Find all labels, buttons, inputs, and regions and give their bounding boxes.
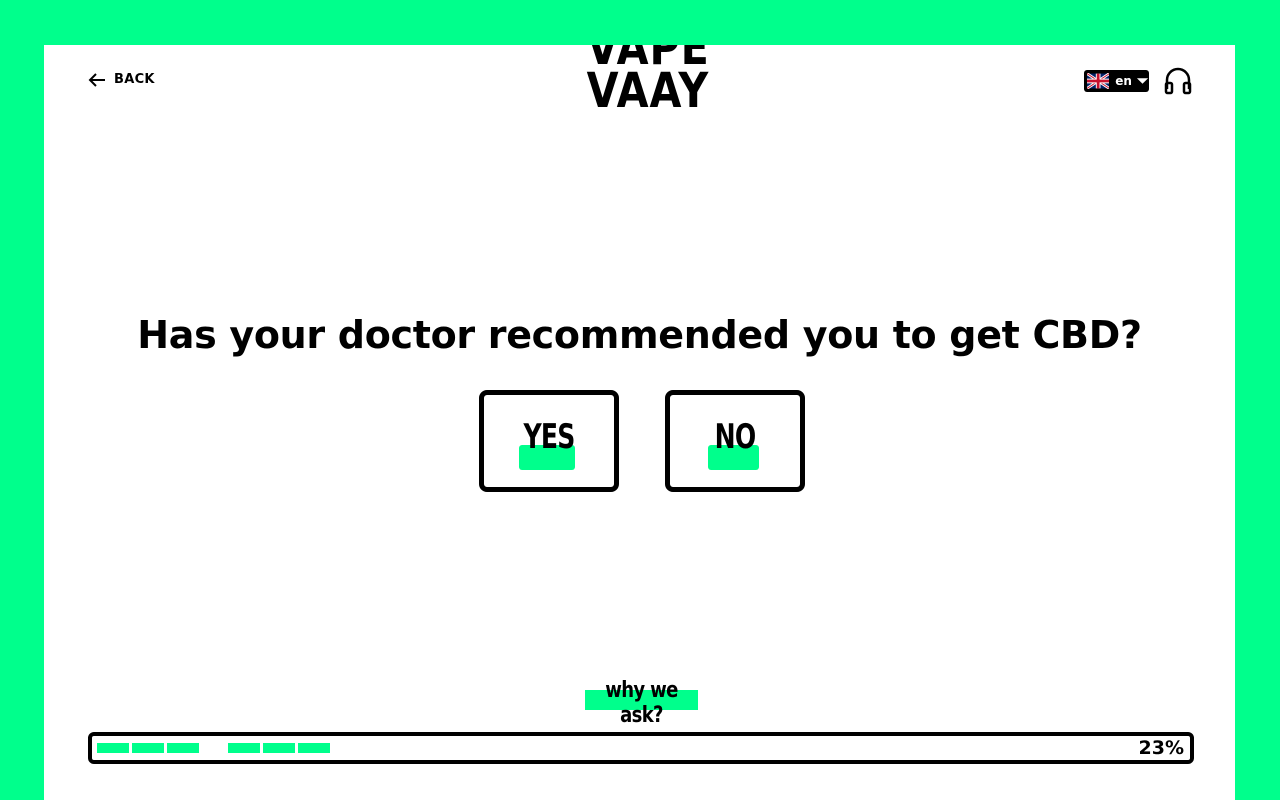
why-we-ask-link[interactable]: why we ask? xyxy=(585,678,698,728)
no-button[interactable]: NO xyxy=(665,390,805,492)
why-we-ask-label: why we ask? xyxy=(605,678,678,728)
logo: VAPE VAAY xyxy=(586,45,710,119)
back-label: BACK xyxy=(114,72,155,87)
headphones-icon[interactable] xyxy=(1164,67,1192,95)
arrow-left-icon xyxy=(88,72,106,87)
progress-segment xyxy=(298,743,330,753)
yes-button[interactable]: YES xyxy=(479,390,619,492)
yes-label: YES xyxy=(523,417,576,457)
progress-bar: 23% xyxy=(88,732,1194,764)
language-selector[interactable]: en xyxy=(1084,70,1149,92)
chevron-down-icon xyxy=(1136,78,1149,84)
no-label: NO xyxy=(714,417,756,457)
main-panel: BACK VAPE VAAY en Has your doctor recomm… xyxy=(44,45,1235,800)
progress-segment xyxy=(97,743,129,753)
progress-segment xyxy=(167,743,199,753)
progress-percent: 23% xyxy=(1138,737,1184,759)
progress-segment xyxy=(132,743,164,753)
uk-flag-icon xyxy=(1087,73,1110,89)
language-code: en xyxy=(1115,74,1132,88)
question-text: Has your doctor recommended you to get C… xyxy=(137,313,1142,357)
progress-segment xyxy=(263,743,295,753)
back-button[interactable]: BACK xyxy=(88,72,155,87)
logo-line-2: VAAY xyxy=(586,63,710,119)
progress-segment xyxy=(228,743,260,753)
